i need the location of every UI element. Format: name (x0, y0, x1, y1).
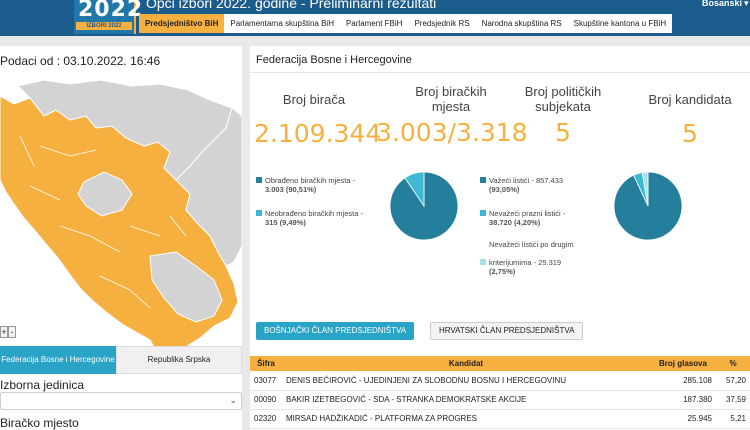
tab-national-assembly-rs[interactable]: Narodna skupština RS (476, 14, 568, 33)
results-table: Šifra Kandidat Broj glasova % 03077 DENI… (250, 356, 750, 429)
legend-item: Nevažeći listići po drugim (480, 240, 610, 249)
language-selector[interactable]: Bosanski (702, 0, 742, 8)
divider (250, 72, 750, 73)
tab-presidency-bih[interactable]: Predsjedništvo BiH (139, 14, 225, 33)
legend-value: 3.003 (90,51%) (265, 185, 317, 194)
electoral-unit-label: Izborna jedinica (0, 378, 85, 392)
column-header-code[interactable]: Šifra (250, 356, 282, 371)
top-header: 2022 IZBORI 2022 Opći izbori 2022. godin… (0, 0, 750, 36)
table-row[interactable]: 03077 DENIS BEĆIROVIĆ - UJEDINJENI ZA SL… (250, 371, 750, 391)
legend-swatch (480, 210, 486, 216)
legend-label: Nevažeći prazni listići - (489, 209, 566, 218)
entity-tabs: Federacija Bosne i Hercegovine Republika… (0, 346, 242, 374)
legend-label: Obrađeno biračkih mjesta - (265, 176, 356, 185)
results-panel: Federacija Bosne i Hercegovine Broj bira… (250, 46, 750, 430)
legend-value: 38.720 (4,20%) (489, 218, 541, 227)
cell-code: 00090 (250, 390, 282, 410)
legend-label: Neobrađeno biračkih mjesta - (265, 209, 363, 218)
data-timestamp: Podaci od : 03.10.2022. 16:46 (0, 54, 161, 68)
map-panel: Podaci od : 03.10.2022. 16:46 + - Federa… (0, 46, 242, 430)
zoom-in-button[interactable]: + (0, 326, 8, 338)
cell-percent: 57,20 (716, 371, 750, 391)
tab-parliament-fbih[interactable]: Parlament FBiH (340, 14, 408, 33)
tab-federation[interactable]: Federacija Bosne i Hercegovine (0, 346, 116, 374)
column-header-votes[interactable]: Broj glasova (650, 356, 716, 371)
logo-subtitle: IZBORI 2022 (76, 22, 132, 30)
polling-stations-legend: Obrađeno biračkih mjesta - 3.003 (90,51%… (256, 176, 386, 246)
legend-swatch (256, 210, 262, 216)
tab-republika-srpska[interactable]: Republika Srpska (116, 346, 242, 374)
election-level-nav: Predsjedništvo BiH Parlamentarna skupšti… (139, 14, 673, 33)
section-title: Federacija Bosne i Hercegovine (256, 54, 412, 66)
legend-item: Važeći listići - 857.433 (93,05%) (480, 176, 610, 194)
bih-map[interactable] (0, 76, 242, 376)
stat-polling-stations: Broj biračkih mjesta 3.003/3.318 (376, 84, 528, 147)
cell-candidate: BAKIR IZETBEGOVIĆ - SDA - STRANKA DEMOKR… (282, 390, 650, 410)
stat-label: Broj kandidata (648, 92, 732, 107)
croat-member-button[interactable]: HRVATSKI ČLAN PREDSJEDNIŠTVA (430, 322, 584, 340)
elections-logo[interactable]: 2022 IZBORI 2022 (74, 0, 142, 34)
tab-cantonal-assemblies[interactable]: Skupštine kantona u FBiH (568, 14, 673, 33)
stat-label: Broj biračkih mjesta (415, 84, 487, 114)
chevron-down-icon[interactable]: ▾ (744, 0, 749, 9)
legend-value: (93,05%) (489, 185, 520, 194)
electoral-unit-select[interactable]: ⌄ (0, 392, 242, 410)
cell-code: 03077 (250, 371, 282, 391)
polling-station-label: Biračko mjesto (0, 416, 79, 430)
stat-candidates: Broj kandidata 5 (638, 92, 742, 147)
cell-candidate: DENIS BEĆIROVIĆ - UJEDINJENI ZA SLOBODNU… (282, 371, 650, 391)
legend-value: (2,75%) (489, 267, 516, 276)
page-title: Opći izbori 2022. godine - Preliminarni … (146, 0, 437, 11)
stat-label: Broj birača (282, 92, 346, 107)
table-header-row: Šifra Kandidat Broj glasova % (250, 356, 750, 371)
legend-label: Nevažeći listići po drugim (489, 240, 574, 249)
legend-value: 315 (9,49%) (265, 218, 306, 227)
ballots-pie-chart (613, 171, 683, 241)
legend-item: Neobrađeno biračkih mjesta - 315 (9,49%) (256, 209, 386, 227)
polling-stations-pie-chart (389, 171, 459, 241)
stat-value: 3.003/3.318 (376, 118, 528, 147)
legend-swatch (480, 259, 486, 265)
table-row[interactable]: 00090 BAKIR IZETBEGOVIĆ - SDA - STRANKA … (250, 390, 750, 410)
cell-code: 02320 (250, 409, 282, 429)
logo-year: 2022 (78, 0, 144, 22)
tab-parliament-bih[interactable]: Parlamentarna skupština BiH (224, 14, 340, 33)
cell-percent: 5,21 (716, 409, 750, 429)
stat-value: 5 (682, 119, 698, 148)
legend-item: Obrađeno biračkih mjesta - 3.003 (90,51%… (256, 176, 386, 194)
stat-voters: Broj birača 2.109.344 (254, 92, 382, 148)
cell-votes: 25.945 (650, 409, 716, 429)
tab-president-rs[interactable]: Predsjednik RS (408, 14, 475, 33)
cell-percent: 37,59 (716, 390, 750, 410)
legend-label: kriterijumima - 25.319 (489, 258, 562, 267)
legend-swatch (480, 177, 486, 183)
zoom-out-button[interactable]: - (8, 326, 16, 338)
legend-swatch (256, 177, 262, 183)
chevron-down-icon: ⌄ (229, 395, 237, 405)
ballots-legend: Važeći listići - 857.433 (93,05%) Nevaže… (480, 176, 620, 286)
table-row[interactable]: 02320 MIRSAD HADŽIKADIĆ - PLATFORMA ZA P… (250, 409, 750, 429)
column-header-percent[interactable]: % (716, 356, 750, 371)
stat-value: 5 (555, 118, 571, 147)
stat-label: Broj političkih subjekata (524, 84, 602, 114)
column-header-candidate[interactable]: Kandidat (282, 356, 650, 371)
stat-political-subjects: Broj političkih subjekata 5 (516, 84, 610, 146)
legend-label: Važeći listići - 857.433 (489, 176, 564, 185)
stat-value: 2.109.344 (254, 119, 382, 148)
legend-item: kriterijumima - 25.319 (2,75%) (480, 258, 610, 276)
cell-votes: 285.108 (650, 371, 716, 391)
bosniak-member-button[interactable]: BOŠNJAČKI ČLAN PREDSJEDNIŠTVA (256, 322, 415, 340)
legend-item: Nevažeći prazni listići - 38.720 (4,20%) (480, 209, 610, 227)
cell-candidate: MIRSAD HADŽIKADIĆ - PLATFORMA ZA PROGRES (282, 409, 650, 429)
cell-votes: 187.380 (650, 390, 716, 410)
